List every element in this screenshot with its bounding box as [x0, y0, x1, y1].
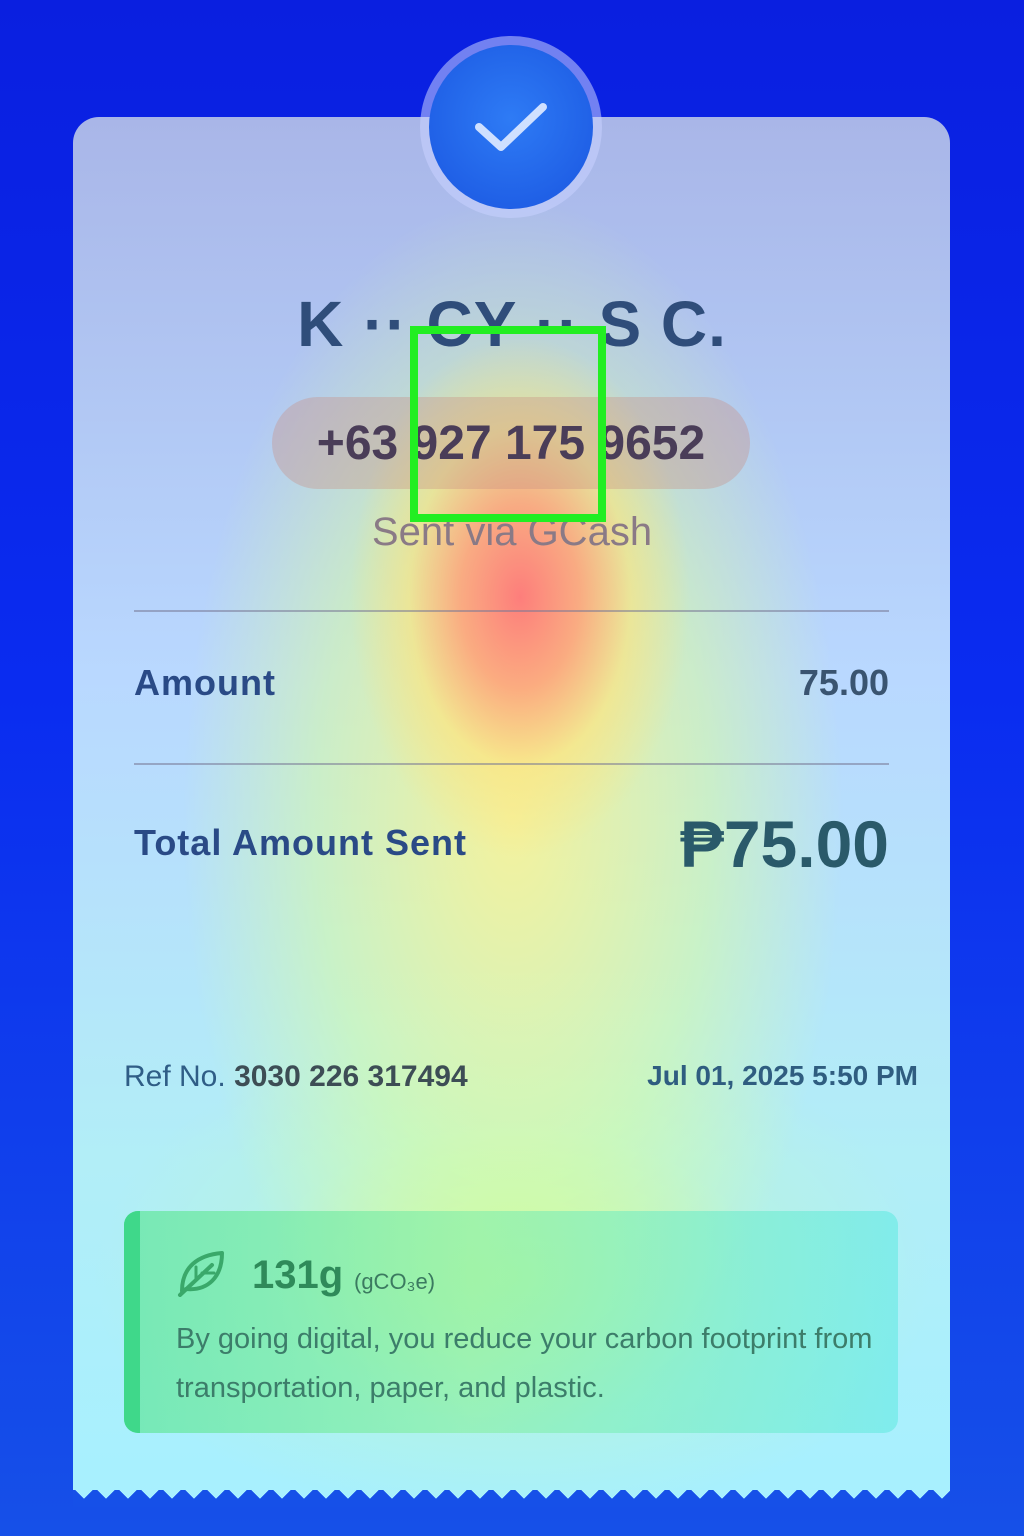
divider-top — [134, 610, 889, 612]
reference-prefix: Ref No. — [124, 1060, 226, 1093]
reference-number: Ref No. 3030 226 317494 — [124, 1060, 468, 1094]
check-icon — [475, 103, 547, 151]
recipient-phone-pill: +63 927 175 9652 — [272, 397, 750, 489]
amount-label: Amount — [134, 662, 276, 703]
success-badge — [420, 36, 602, 218]
amount-value: 75.00 — [798, 662, 889, 703]
total-amount-value: ₱75.00 — [679, 807, 889, 881]
carbon-unit: (gCO₃e) — [354, 1269, 436, 1294]
reference-value[interactable]: 3030 226 317494 — [234, 1060, 468, 1093]
sent-via-label: Sent via GCash — [371, 510, 653, 554]
transaction-datetime: Jul 01, 2025 5:50 PM — [647, 1060, 918, 1091]
leaf-icon — [178, 1251, 224, 1297]
carbon-footprint-card: 131g (gCO₃e) By going digital, you reduc… — [124, 1211, 898, 1433]
recipient-name: K ·· CY ·· S C. — [297, 288, 727, 360]
divider-middle — [134, 763, 889, 765]
eco-accent-bar — [124, 1211, 140, 1433]
success-badge-inner — [429, 45, 593, 209]
recipient-phone: +63 927 175 9652 — [316, 416, 706, 470]
carbon-amount: 131g — [252, 1253, 344, 1297]
total-amount-label: Total Amount Sent — [134, 822, 467, 863]
carbon-message: By going digital, you reduce your carbon… — [176, 1323, 873, 1404]
